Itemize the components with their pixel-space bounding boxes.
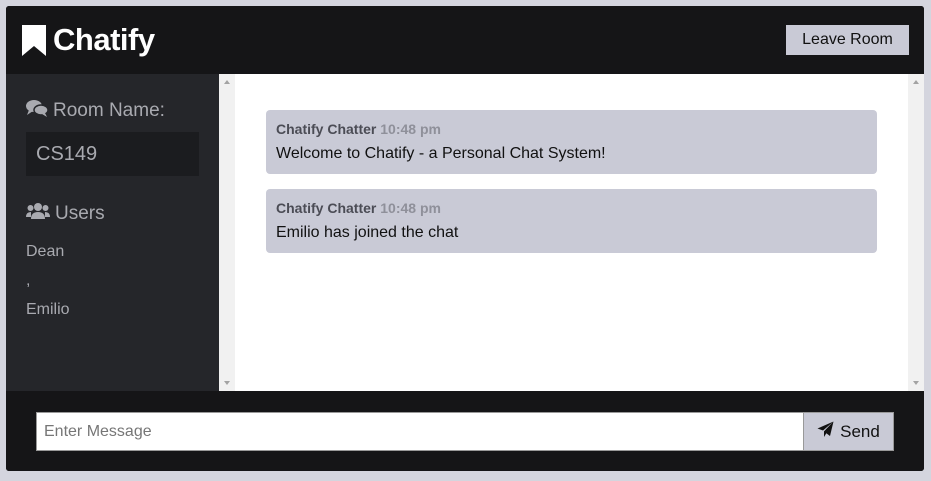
users-icon <box>26 202 50 226</box>
users-heading: Users <box>26 202 105 226</box>
header: Chatify Leave Room <box>6 6 924 74</box>
list-item: , <box>26 272 31 289</box>
message: Chatify Chatter 10:48 pm Emilio has join… <box>266 189 877 253</box>
send-label: Send <box>840 421 880 441</box>
message-time: 10:48 pm <box>380 200 441 216</box>
room-name-label: Room Name: <box>53 100 165 121</box>
scroll-up-arrow-icon[interactable] <box>224 80 230 84</box>
message-input[interactable] <box>36 412 803 451</box>
room-name-value: CS149 <box>26 132 199 176</box>
message-author: Chatify Chatter <box>276 121 377 137</box>
bookmark-icon <box>21 24 47 57</box>
scroll-up-arrow-icon[interactable] <box>913 80 919 84</box>
scrollbar-left[interactable] <box>219 74 235 391</box>
message-text: Emilio has joined the chat <box>276 224 459 241</box>
message-time: 10:48 pm <box>380 121 441 137</box>
scroll-down-arrow-icon[interactable] <box>224 381 230 385</box>
app-name: Chatify <box>53 22 155 57</box>
chat-app: Chatify Leave Room Room Name: CS149 User… <box>6 6 924 471</box>
paper-plane-icon <box>817 421 834 443</box>
message-text: Welcome to Chatify - a Personal Chat Sys… <box>276 145 606 162</box>
users-label: Users <box>55 203 105 224</box>
send-button[interactable]: Send <box>803 412 894 451</box>
list-item: Dean <box>26 243 65 260</box>
logo: Chatify <box>21 20 155 60</box>
sidebar: Room Name: CS149 Users Dean , Emilio <box>6 74 219 391</box>
comments-icon <box>26 99 49 123</box>
room-name-heading: Room Name: <box>26 99 165 123</box>
list-item: Emilio <box>26 301 70 318</box>
composer: Send <box>6 391 924 471</box>
user-list: Dean , Emilio <box>26 242 70 329</box>
scrollbar-right[interactable] <box>908 74 924 391</box>
scroll-down-arrow-icon[interactable] <box>913 381 919 385</box>
chat-messages[interactable]: Chatify Chatter 10:48 pm Welcome to Chat… <box>219 74 924 391</box>
message: Chatify Chatter 10:48 pm Welcome to Chat… <box>266 110 877 174</box>
leave-room-button[interactable]: Leave Room <box>786 25 909 55</box>
message-author: Chatify Chatter <box>276 200 377 216</box>
